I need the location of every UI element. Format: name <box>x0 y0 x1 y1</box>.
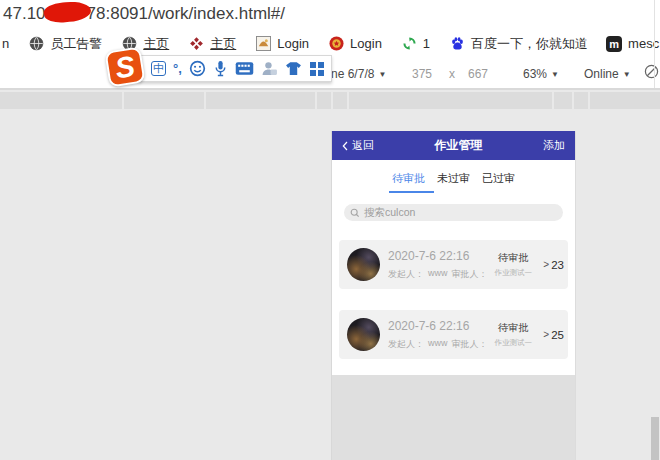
active-tab-underline <box>389 191 434 193</box>
bookmarks-bar: n 员工告警 主页 主页 Login Login 1 百度一下，你就知道 m m… <box>0 29 660 58</box>
item-count: >23 <box>543 259 564 271</box>
url-bar[interactable]: 47.10 78:8091/work/index.html#/ <box>0 0 660 28</box>
emblem-icon <box>329 36 344 51</box>
add-button[interactable]: 添加 <box>543 138 565 153</box>
rotate-icon[interactable] <box>644 64 659 82</box>
scrollbar-thumb[interactable] <box>651 417 659 460</box>
search-input[interactable]: 搜索culcon <box>344 204 563 221</box>
item-date: 2020-7-6 22:16 <box>388 249 485 263</box>
redaction-blob <box>43 0 92 24</box>
viewport-lower-area <box>332 375 575 460</box>
item-subtitle: 作业测试一 <box>493 338 533 348</box>
avatar <box>347 318 380 351</box>
search-icon <box>350 208 360 218</box>
keyboard-icon[interactable] <box>235 61 254 76</box>
picture-icon <box>256 36 271 51</box>
bookmark-item[interactable]: m mesc <box>606 36 659 52</box>
gray-blocks-row <box>0 92 660 109</box>
bookmark-item[interactable]: Login <box>329 36 382 51</box>
item-meta: 发起人：www审批人： <box>388 268 485 281</box>
bookmark-item[interactable]: 百度一下，你就知道 <box>450 35 588 53</box>
dimension-separator: x <box>449 67 455 81</box>
item-count: >25 <box>543 329 564 341</box>
item-date: 2020-7-6 22:16 <box>388 319 485 333</box>
app-header: 返回 作业管理 添加 <box>332 131 575 160</box>
tab-approved[interactable]: 已过审 <box>482 171 515 186</box>
url-text-suffix: 78:8091/work/index.html#/ <box>87 4 285 24</box>
item-meta: 发起人：www审批人： <box>388 338 485 351</box>
sogou-toolbar: 中 °, <box>138 55 332 82</box>
zoom-selector[interactable]: 63%▼ <box>523 67 559 81</box>
chinese-mode-icon[interactable]: 中 <box>151 61 166 76</box>
avatar <box>347 248 380 281</box>
viewport-height-input[interactable]: 667 <box>468 67 488 81</box>
bookmark-item[interactable]: 主页 <box>189 35 236 53</box>
chevron-right-icon: > <box>543 329 549 340</box>
list-item[interactable]: 2020-7-6 22:16 发起人：www审批人： 待审批 作业测试一 >25 <box>339 310 568 359</box>
microphone-icon[interactable] <box>213 60 228 77</box>
back-button[interactable]: 返回 <box>342 138 374 153</box>
network-throttle-selector[interactable]: Online▼ <box>584 67 631 81</box>
tab-rejected[interactable]: 未过审 <box>437 171 470 186</box>
tab-pending[interactable]: 待审批 <box>392 171 425 186</box>
bookmark-item[interactable]: 1 <box>402 36 430 51</box>
emulated-viewport: 返回 作业管理 添加 待审批 未过审 已过审 搜索culcon 2020-7-6… <box>332 131 575 460</box>
chevron-right-icon: > <box>543 259 549 270</box>
status-badge: 待审批 <box>493 321 533 335</box>
skin-icon[interactable] <box>285 61 302 76</box>
green-cycle-icon <box>402 36 417 51</box>
page-title: 作业管理 <box>435 137 483 154</box>
viewport-width-input[interactable]: 375 <box>412 67 432 81</box>
list-item[interactable]: 2020-7-6 22:16 发起人：www审批人： 待审批 作业测试一 >23 <box>339 240 568 289</box>
diamond-icon <box>189 36 204 51</box>
status-badge: 待审批 <box>493 251 533 265</box>
baidu-paw-icon <box>450 36 465 51</box>
search-placeholder: 搜索culcon <box>364 206 415 220</box>
globe-icon <box>29 36 44 51</box>
back-chevron-icon <box>342 141 348 151</box>
m-badge-icon: m <box>606 36 622 52</box>
user-icon[interactable] <box>261 60 278 77</box>
punctuation-icon[interactable]: °, <box>173 61 182 76</box>
url-text-prefix: 47.10 <box>3 4 46 24</box>
bookmark-item[interactable]: Login <box>256 36 309 51</box>
tab-bar: 待审批 未过审 已过审 <box>332 160 575 186</box>
bookmark-item[interactable]: 员工告警 <box>29 35 102 53</box>
apps-grid-icon[interactable] <box>309 61 325 77</box>
sogou-logo-icon[interactable]: S <box>104 46 145 87</box>
emoji-icon[interactable] <box>189 60 206 77</box>
item-subtitle: 作业测试一 <box>493 268 533 278</box>
bookmark-item[interactable]: n <box>2 36 9 51</box>
window-edge <box>654 0 655 88</box>
